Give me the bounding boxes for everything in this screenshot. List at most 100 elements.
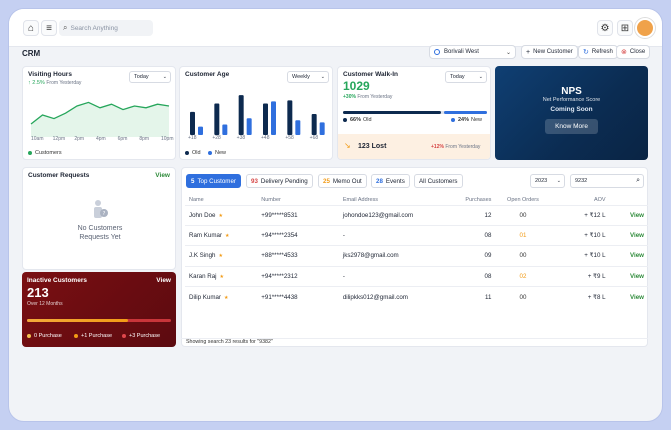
bar-old [190, 111, 195, 135]
customer-requests-card: Customer Requests View ? No Customers Req… [22, 167, 176, 270]
period-select[interactable]: Weekly ⌄ [287, 71, 329, 83]
menu-icon[interactable]: ≡ [41, 20, 57, 36]
x-tick-label: +28 [212, 135, 221, 141]
new-customer-button[interactable]: + New Customer [521, 45, 578, 59]
x-tick-label: +38 [236, 135, 246, 141]
bar-new [319, 122, 325, 135]
star-icon: ★ [223, 294, 229, 301]
empty-state: No Customers Requests Yet [77, 225, 123, 241]
tab-top-customer[interactable]: 5 Top Customer [186, 174, 241, 188]
home-icon[interactable]: ⌂ [23, 20, 39, 36]
view-customer-link[interactable]: View [605, 204, 648, 226]
customer-number: +91*****4438 [261, 286, 343, 307]
x-tick-label: +18 [188, 135, 197, 141]
close-icon: ⊗ [621, 49, 627, 56]
page-title: CRM [22, 49, 41, 58]
customer-email: - [342, 224, 462, 246]
table-row[interactable]: Ram Kumar ★ +94*****2354-08 01 + ₹10 L View [185, 224, 648, 246]
customer-name: Ram Kumar ★ [185, 224, 262, 246]
bar-old [263, 103, 268, 135]
tab-all-customers[interactable]: All Customers [414, 174, 463, 188]
view-customer-link[interactable]: View [605, 245, 648, 267]
tab-events[interactable]: 28 Events [371, 174, 410, 188]
refresh-button[interactable]: ↻ Refresh [578, 45, 618, 59]
customer-email: dilipkks012@gmail.com [342, 286, 462, 307]
know-more-button[interactable]: Know More [545, 119, 598, 134]
star-icon: ★ [218, 253, 223, 260]
card-title: Customer Requests [28, 172, 90, 179]
legend-new: 24% New [451, 117, 482, 123]
refresh-icon: ↻ [583, 49, 589, 56]
aov: + ₹12 L [550, 204, 606, 226]
app-frame: ⌂ ≡ ⌕ Search Anything ⚙ ⊞ CRM Borivali W… [8, 8, 663, 422]
close-button[interactable]: ⊗ Close [616, 45, 651, 59]
year-select[interactable]: 2023 ⌄ [530, 174, 565, 188]
apps-grid-icon[interactable]: ⊞ [617, 20, 633, 36]
purchase-progress-bar [27, 319, 171, 322]
x-tick-label: 10pm [161, 136, 174, 142]
open-orders: 00 [495, 204, 551, 226]
x-tick-label: 10am [31, 136, 44, 142]
view-requests-link[interactable]: View [155, 172, 170, 179]
old-segment [343, 111, 441, 114]
x-tick-label: 6pm [117, 136, 128, 142]
visiting-hours-line-chart [30, 101, 170, 137]
customer-email: jks2978@gmail.com [342, 245, 462, 267]
period-select[interactable]: Today ⌄ [445, 71, 487, 83]
legend-old: 66% Old [343, 117, 372, 123]
bar-old [238, 95, 244, 135]
star-icon: ★ [225, 233, 230, 240]
top-bar: ⌂ ≡ ⌕ Search Anything ⚙ ⊞ [9, 9, 662, 47]
lost-panel: ↘ 123 Lost +12% From Yesterday [338, 134, 490, 159]
customer-email: - [342, 265, 462, 287]
settings-icon[interactable]: ⚙ [597, 20, 613, 36]
tab-memo-out[interactable]: 25 Memo Out [318, 174, 367, 188]
purchases: 08 [461, 224, 496, 246]
location-select[interactable]: Borivali West ⌄ [429, 45, 516, 59]
trend-up-icon: ↑ [28, 80, 31, 86]
bar-new [246, 118, 252, 135]
bar-old [311, 114, 317, 135]
view-customer-link[interactable]: View [605, 224, 648, 246]
inactive-customers-card: Inactive Customers View 213 Over 12 Mont… [22, 272, 176, 347]
period-select[interactable]: Today ⌄ [129, 71, 171, 83]
table-search-input[interactable]: 9232 ⌕ [570, 174, 644, 188]
customer-name: Karan Raj ★ [185, 265, 262, 287]
purchases: 08 [461, 265, 496, 287]
x-axis-labels: +18 +28 +38 +48 +58 +68 [184, 135, 330, 143]
legend-old: Old [185, 150, 201, 156]
nps-title: NPS [561, 86, 582, 97]
view-customer-link[interactable]: View [605, 265, 648, 287]
purchases: 09 [461, 245, 496, 267]
view-customer-link[interactable]: View [605, 286, 648, 307]
customer-number: +94*****2354 [261, 224, 343, 246]
aov: + ₹10 L [550, 245, 606, 267]
bar-new [222, 124, 228, 135]
chevron-down-icon: ⌄ [320, 74, 325, 80]
bar-old [287, 100, 293, 135]
table-row[interactable]: John Doe ★ +99*****8531 johondoe123@gmail.c… [185, 204, 648, 226]
avatar[interactable] [635, 18, 655, 38]
customers-table: Name Number Email Address Purchases Open… [185, 195, 648, 307]
search-icon: ⌕ [636, 177, 640, 184]
customer-number: +88*****4533 [261, 245, 343, 267]
location-pin-icon [434, 49, 440, 55]
bar-old [214, 103, 220, 135]
x-axis-labels: 10am 12pm 2pm 4pm 6pm 8pm 10pm [27, 136, 174, 144]
inactive-value: 213 [27, 285, 49, 300]
open-orders: 00 [495, 286, 551, 307]
open-orders: 00 [495, 245, 551, 267]
customer-age-card: Customer Age Weekly ⌄ +18 +28 +38 +48 +58 +68 … [179, 66, 333, 160]
search-input[interactable]: ⌕ Search Anything [59, 20, 153, 36]
customer-number: +94*****2312 [261, 265, 343, 287]
table-row[interactable]: Dilip Kumar ★ +91*****4438 dilipkks012@gmai… [185, 286, 648, 307]
table-row[interactable]: Karan Raj ★ +94*****2312-08 02 + ₹9 L View [185, 265, 648, 287]
view-inactive-link[interactable]: View [156, 277, 171, 284]
table-row[interactable]: J.K Singh ★ +88*****4533 jks2978@gmail.com 0… [185, 245, 648, 267]
bar-new [271, 101, 276, 135]
nps-status: Coming Soon [550, 106, 593, 113]
tab-delivery-pending[interactable]: 93 Delivery Pending [246, 174, 313, 188]
x-tick-label: 12pm [52, 136, 66, 142]
customer-name: John Doe ★ [185, 204, 262, 226]
open-orders: 02 [495, 265, 551, 287]
